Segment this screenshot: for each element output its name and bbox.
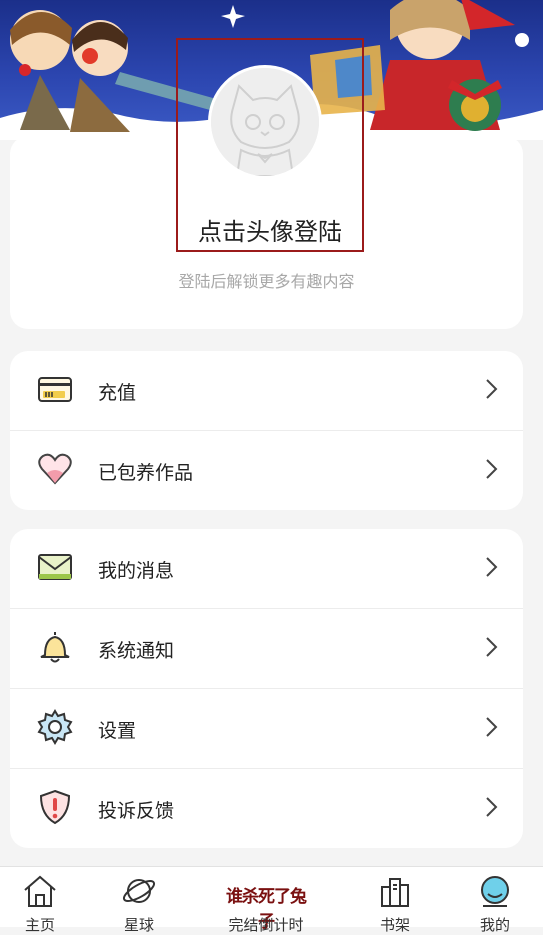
bookshelf-icon: [381, 878, 409, 907]
mail-icon: [38, 554, 72, 580]
menu-label-messages: 我的消息: [98, 560, 175, 582]
menu-label-adopted-works: 已包养作品: [98, 462, 194, 484]
tab-label-home: 主页: [24, 916, 55, 934]
shield-alert-icon: [39, 789, 71, 825]
menu-item-settings[interactable]: 设置: [10, 689, 523, 769]
login-title[interactable]: 点击头像登陆: [176, 212, 364, 247]
heart-icon: [38, 453, 72, 485]
tab-bookshelf[interactable]: 书架: [355, 867, 435, 934]
menu-group-general: 我的消息 系统通知 设置 投诉反馈: [10, 529, 523, 848]
menu-label-settings: 设置: [98, 720, 137, 742]
chevron-right-icon: [486, 717, 498, 737]
menu-item-feedback[interactable]: 投诉反馈: [10, 769, 523, 848]
tab-label-bookshelf: 书架: [379, 916, 410, 934]
chevron-right-icon: [486, 379, 498, 399]
chevron-right-icon: [486, 557, 498, 577]
menu-item-messages[interactable]: 我的消息: [10, 529, 523, 609]
home-icon: [24, 875, 56, 907]
tab-label-countdown: 完结倒计时: [228, 916, 304, 934]
planet-icon: [122, 879, 156, 903]
menu-label-recharge: 充值: [98, 382, 137, 404]
bell-icon: [40, 632, 70, 663]
card-icon: [38, 377, 72, 402]
tab-home[interactable]: 主页: [0, 867, 80, 934]
menu-group-account: 充值 已包养作品: [10, 351, 523, 510]
tab-profile[interactable]: 我的: [455, 867, 535, 934]
chevron-right-icon: [486, 797, 498, 817]
menu-item-adopted-works[interactable]: 已包养作品: [10, 431, 523, 510]
gear-icon: [37, 709, 73, 745]
chevron-right-icon: [486, 637, 498, 657]
menu-label-feedback: 投诉反馈: [98, 800, 175, 822]
profile-icon: [481, 876, 509, 907]
tab-countdown[interactable]: 谁杀死了兔子 完结倒计时: [226, 867, 307, 934]
chevron-right-icon: [486, 459, 498, 479]
tab-planet[interactable]: 星球: [99, 867, 179, 934]
menu-item-notifications[interactable]: 系统通知: [10, 609, 523, 689]
menu-item-recharge[interactable]: 充值: [10, 351, 523, 431]
login-subtitle: 登陆后解锁更多有趣内容: [178, 272, 355, 291]
menu-label-notifications: 系统通知: [98, 640, 175, 662]
bottom-tab-bar: 主页 星球 谁杀死了兔子 完结倒计时 书架 我的: [0, 866, 543, 934]
tab-label-profile: 我的: [479, 916, 510, 934]
tab-label-planet: 星球: [123, 916, 154, 934]
